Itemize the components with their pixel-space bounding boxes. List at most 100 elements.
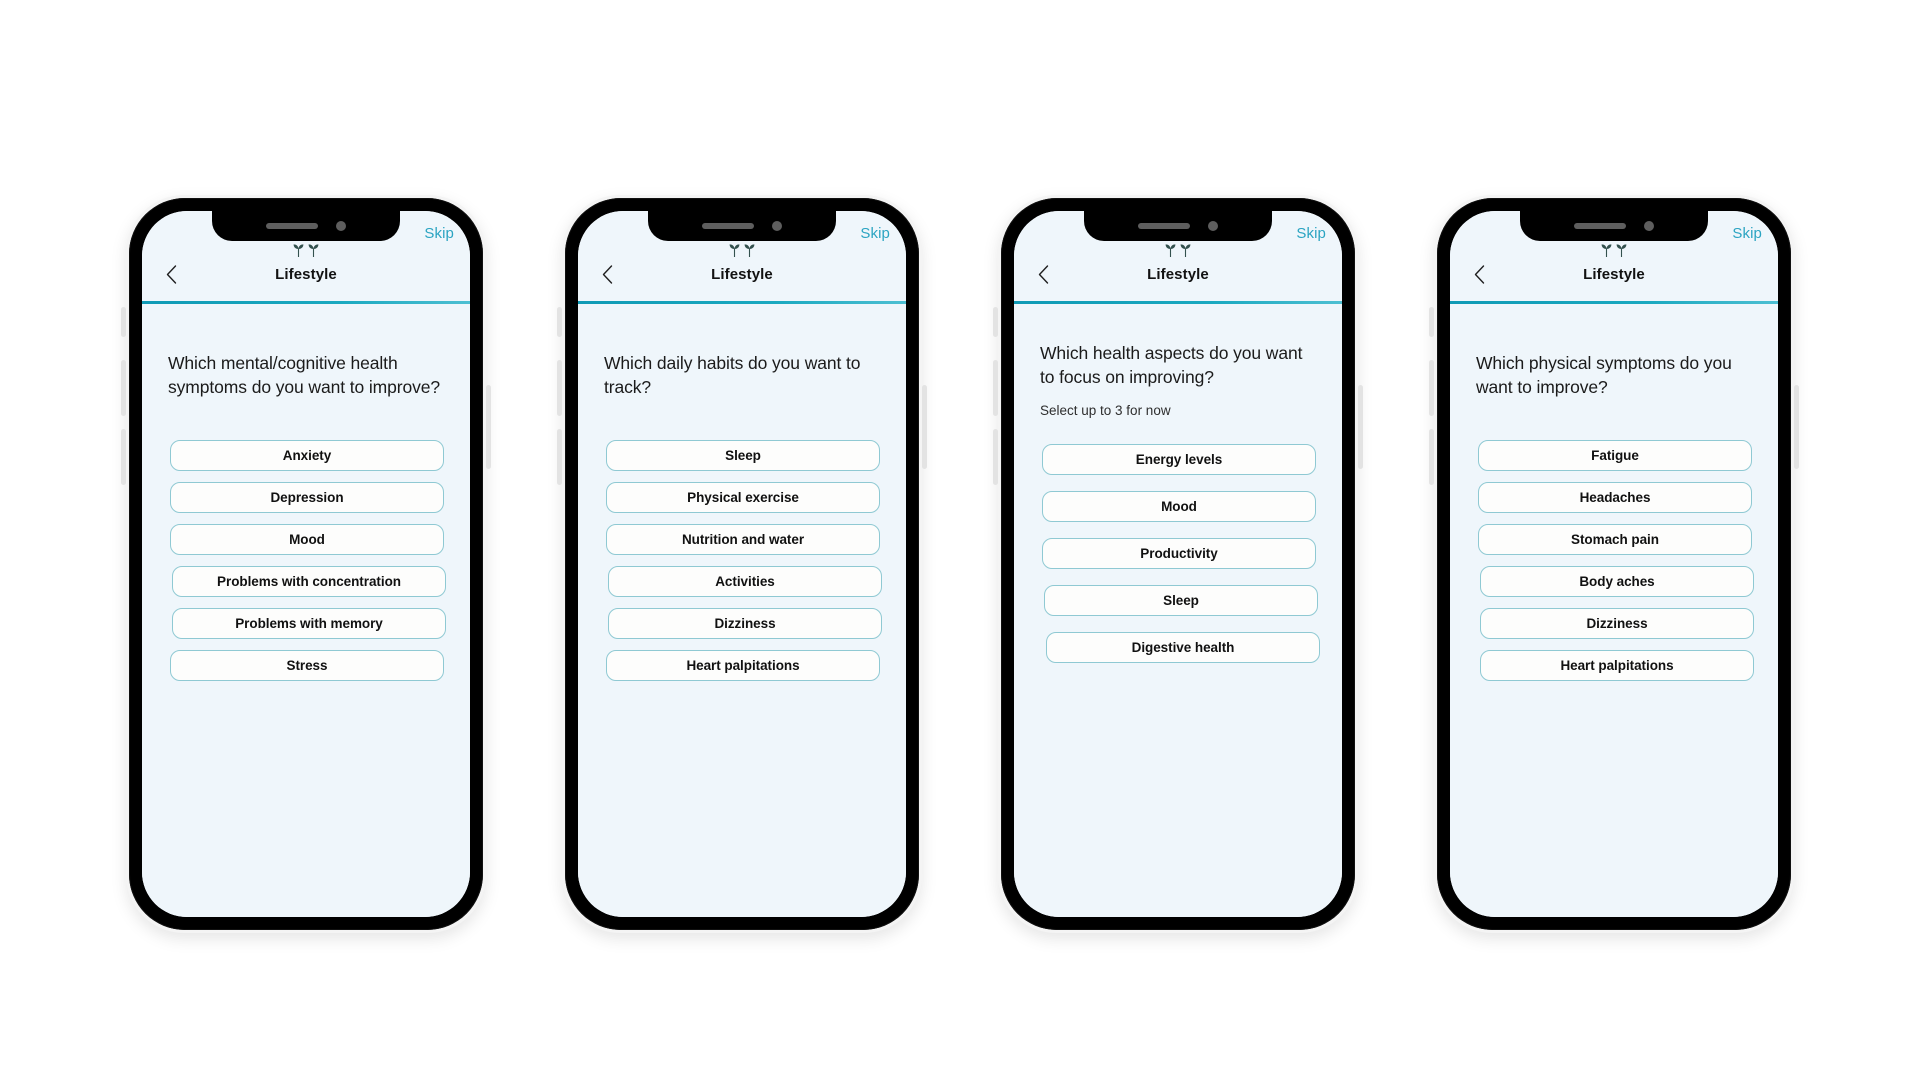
chevron-left-icon bbox=[602, 264, 612, 284]
chevron-left-icon bbox=[1038, 264, 1048, 284]
option-mood[interactable]: Mood bbox=[170, 523, 444, 555]
option-energy-levels[interactable]: Energy levels bbox=[1042, 444, 1316, 476]
page-title-4: Lifestyle bbox=[1583, 265, 1645, 283]
phone-screen-2: Skip Lifestyle Which daily habits do you… bbox=[578, 211, 906, 917]
option-nutrition-and-water[interactable]: Nutrition and water bbox=[606, 523, 880, 555]
option-digestive-health[interactable]: Digestive health bbox=[1046, 632, 1320, 664]
option-anxiety[interactable]: Anxiety bbox=[170, 439, 444, 471]
page-title-2: Lifestyle bbox=[711, 265, 773, 283]
question-area-1: Which mental/cognitive health symptoms d… bbox=[142, 304, 470, 917]
skip-button-2[interactable]: Skip bbox=[860, 225, 890, 242]
front-camera-icon bbox=[1208, 221, 1218, 231]
phone-volume-down-button-4[interactable] bbox=[1429, 429, 1434, 485]
phone-volume-up-button-1[interactable] bbox=[121, 360, 126, 416]
back-button-4[interactable] bbox=[1468, 263, 1490, 285]
option-body-aches[interactable]: Body aches bbox=[1480, 565, 1754, 597]
screen-content-2: Skip Lifestyle Which daily habits do you… bbox=[578, 211, 906, 917]
option-list-4: Fatigue Headaches Stomach pain Body ache… bbox=[1476, 439, 1754, 681]
sprout-pair-icon bbox=[293, 241, 319, 258]
phone-screen-1: Skip Lifestyle Which mental/cognitive he… bbox=[142, 211, 470, 917]
phone-volume-up-button-4[interactable] bbox=[1429, 360, 1434, 416]
question-area-2: Which daily habits do you want to track?… bbox=[578, 304, 906, 917]
option-dizziness[interactable]: Dizziness bbox=[1480, 607, 1754, 639]
option-mood[interactable]: Mood bbox=[1042, 491, 1316, 523]
option-heart-palpitations[interactable]: Heart palpitations bbox=[606, 649, 880, 681]
phone-power-button-1[interactable] bbox=[486, 385, 491, 469]
option-sleep[interactable]: Sleep bbox=[1044, 585, 1318, 617]
nav-bar-3: Lifestyle bbox=[1014, 257, 1342, 291]
front-camera-icon bbox=[772, 221, 782, 231]
phone-power-button-3[interactable] bbox=[1358, 385, 1363, 469]
earpiece-speaker-icon bbox=[1138, 223, 1190, 229]
screen-content-4: Skip Lifestyle Which physical symptoms d… bbox=[1450, 211, 1778, 917]
skip-button-3[interactable]: Skip bbox=[1296, 225, 1326, 242]
screen-content-1: Skip Lifestyle Which mental/cognitive he… bbox=[142, 211, 470, 917]
option-physical-exercise[interactable]: Physical exercise bbox=[606, 481, 880, 513]
question-text-3: Which health aspects do you want to focu… bbox=[1040, 343, 1303, 387]
earpiece-speaker-icon bbox=[702, 223, 754, 229]
phone-notch-4 bbox=[1520, 211, 1708, 241]
front-camera-icon bbox=[1644, 221, 1654, 231]
question-text-2: Which daily habits do you want to track? bbox=[604, 353, 861, 397]
page-title-1: Lifestyle bbox=[275, 265, 337, 283]
earpiece-speaker-icon bbox=[266, 223, 318, 229]
chevron-left-icon bbox=[166, 264, 176, 284]
option-headaches[interactable]: Headaches bbox=[1478, 481, 1752, 513]
option-list-3: Energy levels Mood Productivity Sleep Di… bbox=[1040, 444, 1320, 664]
phone-mockup-row: Skip Lifestyle Which mental/cognitive he… bbox=[0, 195, 1920, 933]
option-problems-with-concentration[interactable]: Problems with concentration bbox=[172, 565, 446, 597]
screenshot-canvas: Skip Lifestyle Which mental/cognitive he… bbox=[0, 0, 1920, 1080]
skip-button-4[interactable]: Skip bbox=[1732, 225, 1762, 242]
phone-mute-switch-3[interactable] bbox=[993, 307, 998, 337]
phone-bezel-1: Skip Lifestyle Which mental/cognitive he… bbox=[129, 198, 483, 930]
chevron-left-icon bbox=[1474, 264, 1484, 284]
option-stomach-pain[interactable]: Stomach pain bbox=[1478, 523, 1752, 555]
nav-bar-2: Lifestyle bbox=[578, 257, 906, 291]
phone-power-button-2[interactable] bbox=[922, 385, 927, 469]
phone-bezel-4: Skip Lifestyle Which physical symptoms d… bbox=[1437, 198, 1791, 930]
option-stress[interactable]: Stress bbox=[170, 649, 444, 681]
question-text-1: Which mental/cognitive health symptoms d… bbox=[168, 353, 441, 397]
phone-volume-up-button-3[interactable] bbox=[993, 360, 998, 416]
skip-button-1[interactable]: Skip bbox=[424, 225, 454, 242]
option-productivity[interactable]: Productivity bbox=[1042, 538, 1316, 570]
option-list-1: Anxiety Depression Mood Problems with co… bbox=[168, 439, 446, 681]
earpiece-speaker-icon bbox=[1574, 223, 1626, 229]
phone-volume-down-button-1[interactable] bbox=[121, 429, 126, 485]
option-heart-palpitations[interactable]: Heart palpitations bbox=[1480, 649, 1754, 681]
phone-mute-switch-1[interactable] bbox=[121, 307, 126, 337]
phone-bezel-3: Skip Lifestyle Which health aspects do y… bbox=[1001, 198, 1355, 930]
phone-screen-4: Skip Lifestyle Which physical symptoms d… bbox=[1450, 211, 1778, 917]
option-problems-with-memory[interactable]: Problems with memory bbox=[172, 607, 446, 639]
option-activities[interactable]: Activities bbox=[608, 565, 882, 597]
option-sleep[interactable]: Sleep bbox=[606, 439, 880, 471]
phone-mockup-1: Skip Lifestyle Which mental/cognitive he… bbox=[121, 195, 491, 933]
phone-mockup-3: Skip Lifestyle Which health aspects do y… bbox=[993, 195, 1363, 933]
question-area-4: Which physical symptoms do you want to i… bbox=[1450, 304, 1778, 917]
phone-volume-down-button-3[interactable] bbox=[993, 429, 998, 485]
phone-mute-switch-2[interactable] bbox=[557, 307, 562, 337]
page-title-3: Lifestyle bbox=[1147, 265, 1209, 283]
back-button-1[interactable] bbox=[160, 263, 182, 285]
question-area-3: Which health aspects do you want to focu… bbox=[1014, 304, 1342, 917]
phone-notch-1 bbox=[212, 211, 400, 241]
option-depression[interactable]: Depression bbox=[170, 481, 444, 513]
phone-mockup-2: Skip Lifestyle Which daily habits do you… bbox=[557, 195, 927, 933]
phone-notch-2 bbox=[648, 211, 836, 241]
screen-content-3: Skip Lifestyle Which health aspects do y… bbox=[1014, 211, 1342, 917]
sprout-pair-icon bbox=[1601, 241, 1627, 258]
phone-power-button-4[interactable] bbox=[1794, 385, 1799, 469]
phone-volume-up-button-2[interactable] bbox=[557, 360, 562, 416]
phone-volume-down-button-2[interactable] bbox=[557, 429, 562, 485]
nav-bar-4: Lifestyle bbox=[1450, 257, 1778, 291]
option-dizziness[interactable]: Dizziness bbox=[608, 607, 882, 639]
nav-bar-1: Lifestyle bbox=[142, 257, 470, 291]
sprout-pair-icon bbox=[729, 241, 755, 258]
phone-mute-switch-4[interactable] bbox=[1429, 307, 1434, 337]
phone-screen-3: Skip Lifestyle Which health aspects do y… bbox=[1014, 211, 1342, 917]
back-button-2[interactable] bbox=[596, 263, 618, 285]
sprout-pair-icon bbox=[1165, 241, 1191, 258]
back-button-3[interactable] bbox=[1032, 263, 1054, 285]
option-fatigue[interactable]: Fatigue bbox=[1478, 439, 1752, 471]
phone-bezel-2: Skip Lifestyle Which daily habits do you… bbox=[565, 198, 919, 930]
